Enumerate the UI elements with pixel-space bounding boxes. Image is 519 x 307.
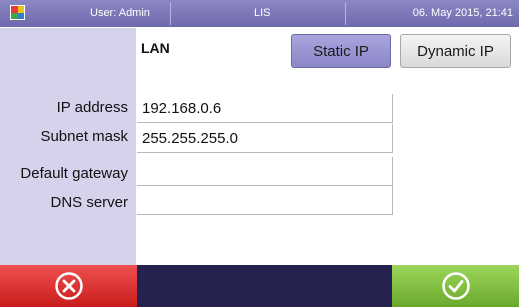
default-gateway-label: Default gateway bbox=[20, 165, 128, 182]
status-bar-divider bbox=[345, 2, 346, 25]
subnet-mask-label: Subnet mask bbox=[40, 128, 128, 145]
label-column: IP address Subnet mask Default gateway D… bbox=[0, 28, 136, 265]
action-bar bbox=[0, 265, 519, 307]
current-user: User: Admin bbox=[90, 7, 150, 19]
x-circle-icon bbox=[54, 272, 83, 300]
confirm-button[interactable] bbox=[392, 265, 519, 307]
dynamic-ip-button[interactable]: Dynamic IP bbox=[400, 34, 511, 68]
date-time: 06. May 2015, 21:41 bbox=[412, 7, 513, 19]
cancel-button[interactable] bbox=[0, 265, 137, 307]
app-name: LIS bbox=[254, 7, 271, 19]
default-gateway-field[interactable] bbox=[137, 157, 393, 186]
network-settings-screen: User: Admin LIS 06. May 2015, 21:41 IP a… bbox=[0, 0, 519, 307]
section-title: LAN bbox=[141, 40, 170, 56]
check-circle-icon bbox=[441, 272, 470, 300]
ip-address-field[interactable]: 192.168.0.6 bbox=[137, 94, 393, 123]
static-ip-button[interactable]: Static IP bbox=[291, 34, 391, 68]
dns-server-label: DNS server bbox=[50, 194, 128, 211]
subnet-mask-field[interactable]: 255.255.255.0 bbox=[137, 124, 393, 153]
ip-address-label: IP address bbox=[56, 99, 128, 116]
status-bar: User: Admin LIS 06. May 2015, 21:41 bbox=[0, 0, 519, 27]
status-bar-divider bbox=[170, 2, 171, 25]
dns-server-field[interactable] bbox=[137, 186, 393, 215]
app-logo-icon bbox=[10, 5, 25, 20]
